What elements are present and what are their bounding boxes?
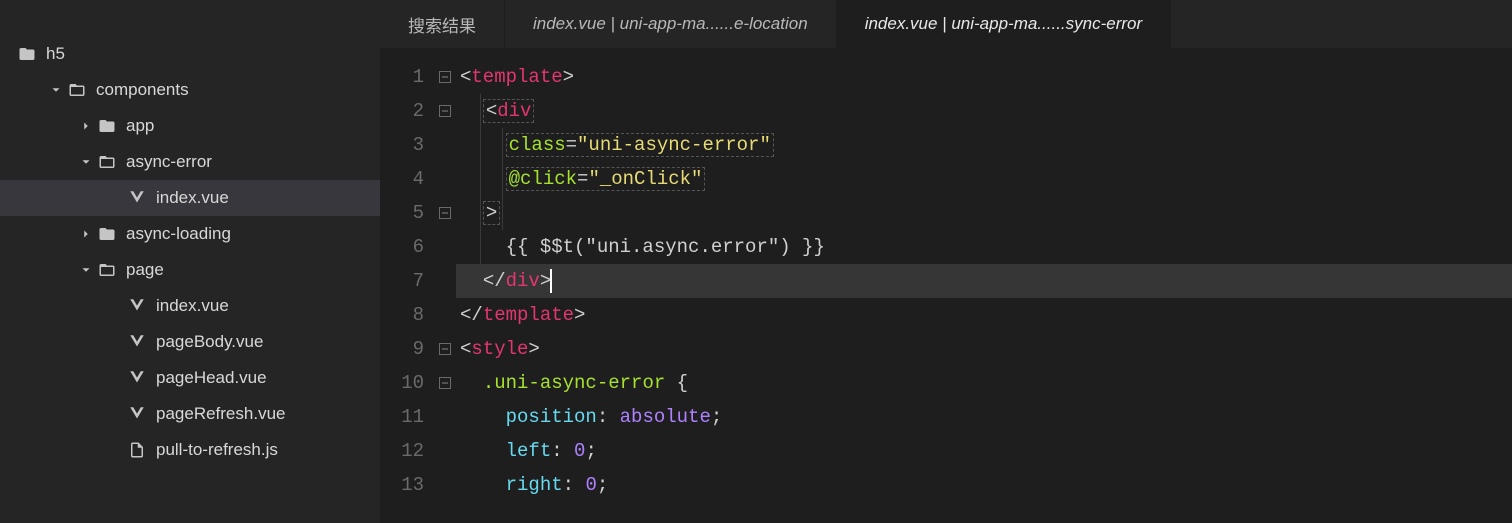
folder-open-icon (98, 261, 116, 279)
tree-item-label: pageRefresh.vue (156, 404, 285, 424)
tree-item-label: pull-to-refresh.js (156, 440, 278, 460)
tab-label: 搜索结果 (408, 12, 476, 37)
twisty-none (108, 190, 124, 206)
line-number: 6 (380, 230, 434, 264)
tree-item[interactable]: pageBody.vue (0, 324, 380, 360)
line-number: 5 (380, 196, 434, 230)
twisty-none (108, 298, 124, 314)
code-editor[interactable]: 12345678910111213 <template> <div class=… (380, 48, 1512, 523)
folder-open-icon (68, 81, 86, 99)
chevron-down-icon[interactable] (78, 154, 94, 170)
line-number: 11 (380, 400, 434, 434)
tree-item[interactable]: page (0, 252, 380, 288)
editor-area: 搜索结果 index.vue | uni-app-ma......e-locat… (380, 0, 1512, 523)
twisty-none (108, 442, 124, 458)
file-tree: h5 components app async-error index.vue asyn… (0, 0, 380, 523)
tab-file-active[interactable]: index.vue | uni-app-ma......sync-error (837, 0, 1171, 48)
fold-toggle[interactable] (434, 332, 456, 366)
tree-item[interactable]: components (0, 72, 380, 108)
tree-item-label: index.vue (156, 188, 229, 208)
line-number: 10 (380, 366, 434, 400)
fold-toggle[interactable] (434, 94, 456, 128)
folder-icon (98, 225, 116, 243)
vue-icon (128, 405, 146, 423)
line-number: 9 (380, 332, 434, 366)
tab-label: index.vue | uni-app-ma......sync-error (865, 14, 1142, 34)
fold-empty (434, 128, 456, 162)
line-number-gutter: 12345678910111213 (380, 48, 434, 523)
fold-empty (434, 400, 456, 434)
tab-label: index.vue | uni-app-ma......e-location (533, 14, 808, 34)
fold-empty (434, 468, 456, 502)
fold-empty (434, 230, 456, 264)
chevron-right-icon[interactable] (78, 226, 94, 242)
chevron-down-icon[interactable] (78, 262, 94, 278)
folder-icon (98, 117, 116, 135)
line-number: 1 (380, 60, 434, 94)
twisty-none (108, 370, 124, 386)
twisty-none (108, 334, 124, 350)
tree-item[interactable]: async-loading (0, 216, 380, 252)
vue-icon (128, 369, 146, 387)
line-number: 7 (380, 264, 434, 298)
vue-icon (128, 297, 146, 315)
chevron-down-icon[interactable] (48, 82, 64, 98)
fold-empty (434, 264, 456, 298)
code-lines[interactable]: <template> <div class="uni-async-error" … (456, 48, 1512, 523)
tree-item[interactable]: pull-to-refresh.js (0, 432, 380, 468)
tab-bar: 搜索结果 index.vue | uni-app-ma......e-locat… (380, 0, 1512, 48)
tree-item-label: async-loading (126, 224, 231, 244)
folder-icon (18, 45, 36, 63)
tree-item-label: index.vue (156, 296, 229, 316)
tree-item-label: pageBody.vue (156, 332, 263, 352)
tree-item-label: components (96, 80, 189, 100)
line-number: 2 (380, 94, 434, 128)
tree-root-label: h5 (46, 44, 65, 64)
tab-file-1[interactable]: index.vue | uni-app-ma......e-location (505, 0, 837, 48)
tree-root[interactable]: h5 (0, 36, 380, 72)
vue-icon (128, 333, 146, 351)
line-number: 4 (380, 162, 434, 196)
fold-gutter (434, 48, 456, 523)
fold-toggle[interactable] (434, 366, 456, 400)
tree-item[interactable]: async-error (0, 144, 380, 180)
tree-item-label: page (126, 260, 164, 280)
fold-empty (434, 298, 456, 332)
fold-empty (434, 434, 456, 468)
line-number: 8 (380, 298, 434, 332)
twisty-none (108, 406, 124, 422)
folder-open-icon (98, 153, 116, 171)
vue-icon (128, 189, 146, 207)
line-number: 13 (380, 468, 434, 502)
line-number: 3 (380, 128, 434, 162)
tree-item[interactable]: pageHead.vue (0, 360, 380, 396)
tab-search-results[interactable]: 搜索结果 (380, 0, 505, 48)
fold-toggle[interactable] (434, 60, 456, 94)
js-icon (128, 441, 146, 459)
tree-item[interactable]: pageRefresh.vue (0, 396, 380, 432)
tree-item-label: async-error (126, 152, 212, 172)
fold-toggle[interactable] (434, 196, 456, 230)
fold-empty (434, 162, 456, 196)
tree-item-label: pageHead.vue (156, 368, 267, 388)
line-number: 12 (380, 434, 434, 468)
tree-item[interactable]: app (0, 108, 380, 144)
tree-item-label: app (126, 116, 154, 136)
tree-item[interactable]: index.vue (0, 288, 380, 324)
tree-item[interactable]: index.vue (0, 180, 380, 216)
cursor (550, 269, 552, 293)
chevron-right-icon[interactable] (78, 118, 94, 134)
